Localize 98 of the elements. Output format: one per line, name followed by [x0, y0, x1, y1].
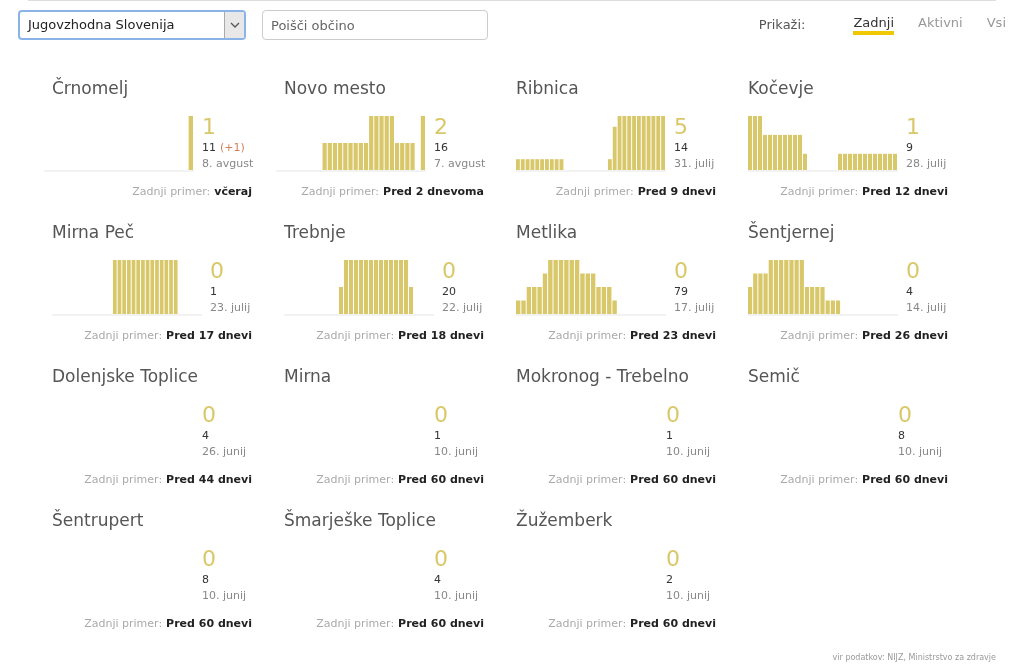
last-case-label: Zadnji primer: — [84, 471, 163, 488]
last-case-label: Zadnji primer: — [548, 327, 627, 344]
filter-label: Prikaži: — [758, 16, 806, 35]
total-count: 9 — [906, 139, 913, 156]
total-count: 1 — [434, 427, 441, 444]
municipality-name: Trebnje — [284, 221, 347, 244]
last-case-value: Pred 44 dnevi — [166, 471, 252, 488]
total-count: 8 — [898, 427, 905, 444]
last-case-label: Zadnji primer: — [84, 327, 163, 344]
last-case-label: Zadnji primer: — [555, 183, 634, 200]
last-case-value: Pred 26 dnevi — [862, 327, 948, 344]
date-label: 14. julij — [906, 299, 948, 316]
last-case-label: Zadnji primer: — [316, 327, 395, 344]
municipality-name: Mirna — [284, 365, 333, 388]
municipality-name: Mirna Peč — [52, 221, 136, 244]
date-label: 10. junij — [434, 443, 480, 460]
last-case-label: Zadnji primer: — [132, 183, 211, 200]
last-case-value: Pred 17 dnevi — [166, 327, 252, 344]
filter-tab[interactable]: Zadnji — [853, 15, 895, 35]
total-count: 20 — [442, 283, 456, 300]
active-count: 0 — [210, 257, 225, 284]
last-case-value: Pred 60 dnevi — [862, 471, 948, 488]
active-count: 0 — [442, 257, 457, 284]
municipality-name: Šentrupert — [52, 508, 145, 532]
active-count: 0 — [434, 401, 449, 428]
last-case-value: Pred 18 dnevi — [398, 327, 484, 344]
date-label: 17. julij — [674, 299, 716, 316]
active-count: 1 — [202, 113, 217, 140]
date-label: 7. avgust — [434, 155, 484, 172]
last-case-label: Zadnji primer: — [301, 183, 380, 200]
municipality-name: Ribnica — [516, 77, 580, 100]
search-field[interactable]: Poišči občino — [262, 10, 488, 40]
total-count: 2 — [666, 571, 673, 588]
active-count: 5 — [674, 113, 689, 140]
municipality-name: Kočevje — [748, 77, 815, 100]
total-count: 14 — [674, 139, 688, 156]
last-case-value: Pred 60 dnevi — [398, 471, 484, 488]
active-count: 1 — [906, 113, 921, 140]
date-label: 28. julij — [906, 155, 948, 172]
municipality-name: Semič — [748, 365, 801, 388]
last-case-label: Zadnji primer: — [316, 615, 395, 632]
last-case-value: Pred 23 dnevi — [630, 327, 716, 344]
active-count: 0 — [202, 401, 217, 428]
active-count: 0 — [434, 545, 449, 572]
last-case-label: Zadnji primer: — [780, 183, 859, 200]
active-count: 0 — [906, 257, 921, 284]
active-count: 2 — [434, 113, 449, 140]
municipality-name: Mokronog - Trebelno — [516, 365, 690, 388]
last-case-label: Zadnji primer: — [548, 615, 627, 632]
date-label: 10. junij — [666, 443, 712, 460]
last-case-value: včeraj — [214, 183, 252, 200]
municipality-name: Črnomelj — [52, 76, 130, 100]
last-case-value: Pred 60 dnevi — [398, 615, 484, 632]
last-case-value: Pred 60 dnevi — [630, 615, 716, 632]
total-count: 16 — [434, 139, 448, 156]
active-count: 0 — [674, 257, 689, 284]
last-case-label: Zadnji primer: — [316, 471, 395, 488]
date-label: 10. junij — [666, 587, 712, 604]
total-count: 11 — [202, 139, 216, 156]
last-case-value: Pred 12 dnevi — [862, 183, 948, 200]
total-count: 4 — [906, 283, 913, 300]
municipality-name: Žužemberk — [516, 508, 614, 532]
date-label: 8. avgust — [202, 155, 252, 172]
date-label: 23. julij — [210, 299, 252, 316]
total-count: 4 — [434, 571, 441, 588]
municipality-name: Metlika — [516, 221, 579, 244]
select-value: Jugovzhodna Slovenija — [26, 16, 176, 35]
total-count: 4 — [202, 427, 209, 444]
municipality-name: Šentjernej — [748, 220, 836, 244]
municipality-name: Novo mesto — [284, 77, 387, 100]
active-count: 0 — [898, 401, 913, 428]
last-case-label: Zadnji primer: — [548, 471, 627, 488]
total-count: 1 — [666, 427, 673, 444]
date-label: 31. julij — [674, 155, 716, 172]
last-case-label: Zadnji primer: — [84, 615, 163, 632]
data-source-note: vir podatkov: NIJZ, Ministrstvo za zdravje — [832, 652, 996, 664]
total-count: 1 — [210, 283, 217, 300]
active-count: 0 — [666, 545, 681, 572]
last-case-label: Zadnji primer: — [780, 327, 859, 344]
date-label: 26. junij — [202, 443, 248, 460]
date-label: 10. junij — [898, 443, 944, 460]
last-case-value: Pred 2 dnevoma — [383, 183, 484, 200]
delta-count: (+1) — [220, 139, 245, 156]
total-count: 79 — [674, 283, 688, 300]
last-case-value: Pred 60 dnevi — [166, 615, 252, 632]
last-case-value: Pred 60 dnevi — [630, 471, 716, 488]
active-count: 0 — [202, 545, 217, 572]
municipality-name: Dolenjske Toplice — [52, 365, 200, 388]
region-select[interactable]: Jugovzhodna Slovenija — [18, 10, 246, 40]
date-label: 10. junij — [202, 587, 248, 604]
chevron-down-icon — [224, 12, 244, 38]
last-case-value: Pred 9 dnevi — [637, 183, 716, 200]
municipality-name: Šmarješke Toplice — [284, 508, 437, 532]
last-case-label: Zadnji primer: — [780, 471, 859, 488]
active-count: 0 — [666, 401, 681, 428]
date-label: 22. julij — [442, 299, 484, 316]
total-count: 8 — [202, 571, 209, 588]
date-label: 10. junij — [434, 587, 480, 604]
